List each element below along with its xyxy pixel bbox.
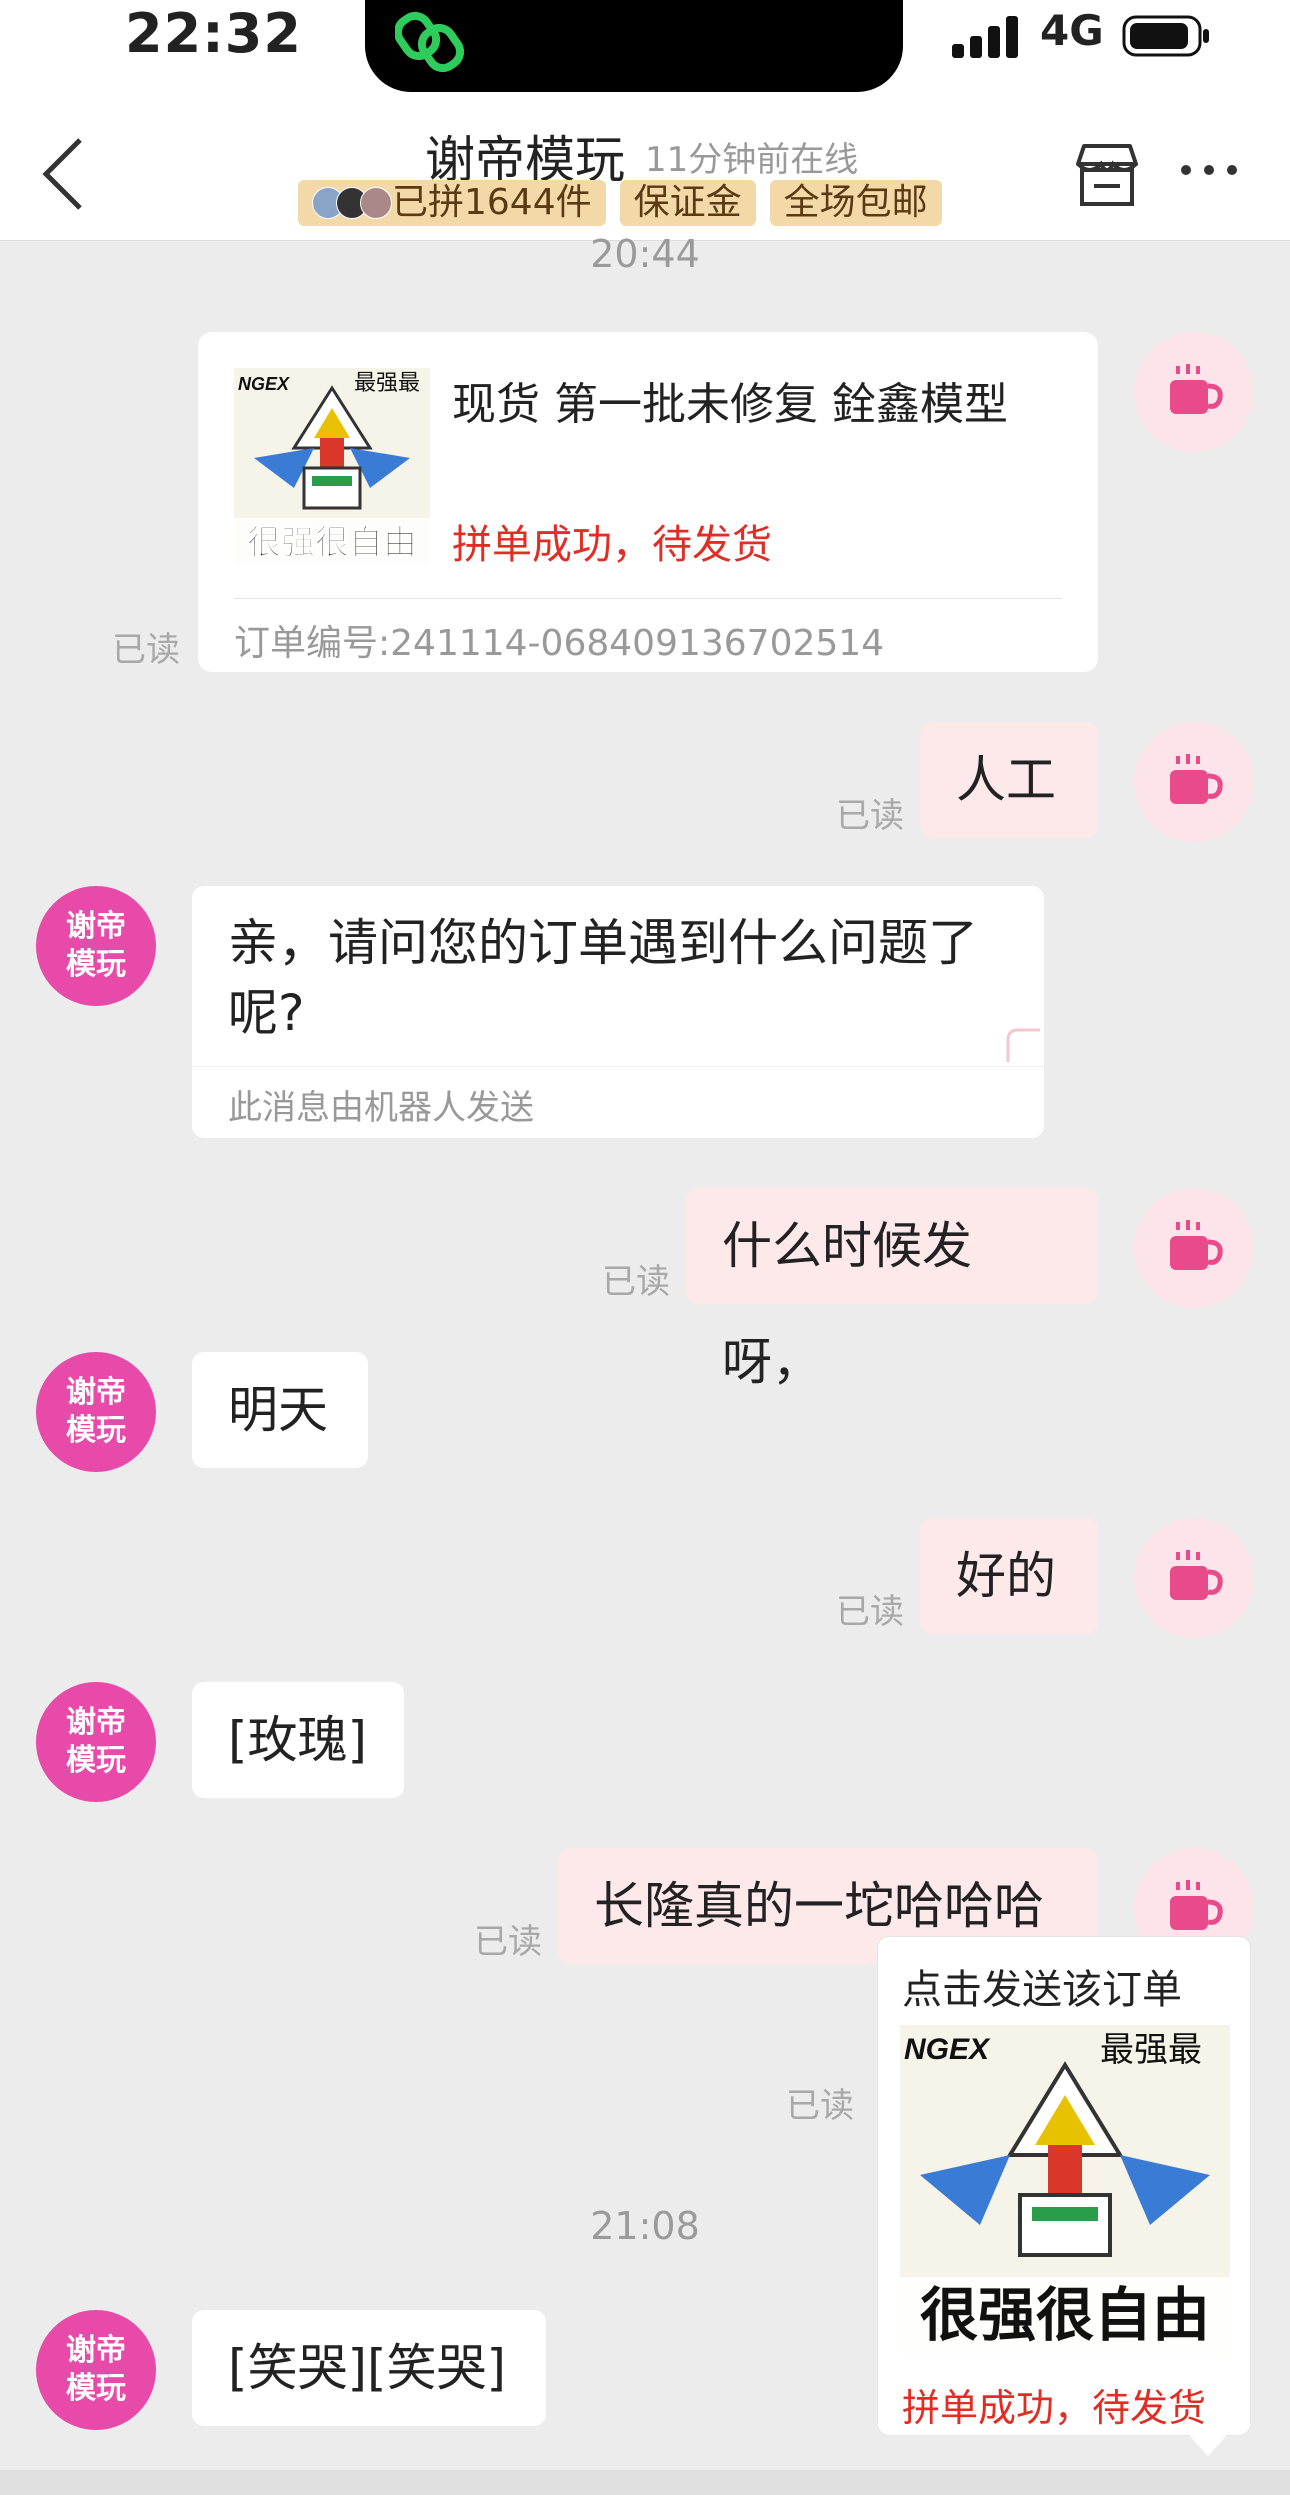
shop-avatar[interactable]: 谢帝 模玩 <box>36 2310 156 2430</box>
coffee-cup-icon <box>1170 1550 1223 1600</box>
read-receipt: 已读 <box>602 1262 670 1302</box>
signal-icon <box>952 16 1018 58</box>
popup-tail <box>1188 2434 1228 2456</box>
divider <box>234 598 1062 599</box>
svg-text:NGEX: NGEX <box>904 2033 991 2066</box>
message-bubble-shop[interactable]: [笑哭][笑哭] <box>192 2310 546 2426</box>
message-bubble-shop[interactable]: 亲，请问您的订单遇到什么问题了呢? 此消息由机器人发送 <box>192 886 1044 1138</box>
popup-order-status: 拼单成功，待发货 <box>902 2386 1207 2430</box>
order-number: 订单编号:241114-068409136702514 <box>234 623 885 664</box>
shop-avatar[interactable]: 谢帝 模玩 <box>36 1682 156 1802</box>
svg-text:NGEX: NGEX <box>238 374 290 394</box>
coffee-cup-icon <box>1170 1880 1223 1930</box>
product-title: 现货 第一批未修复 銓鑫模型 <box>452 379 1008 430</box>
message-text: 亲，请问您的订单遇到什么问题了呢? <box>228 914 978 1042</box>
product-image-caption: 很强很自由 <box>920 2281 1210 2349</box>
read-receipt: 已读 <box>836 1592 904 1632</box>
group-buy-count-badge: 已拼1644件 <box>298 180 606 226</box>
thumbnail-caption: 很强很自由 <box>247 523 417 563</box>
message-bubble-self[interactable]: 人工 <box>920 722 1098 838</box>
deposit-badge: 保证金 <box>619 180 756 226</box>
robot-note: 此消息由机器人发送 <box>228 1088 534 1128</box>
online-status: 11分钟前在线 <box>645 140 859 180</box>
message-bubble-shop[interactable]: 明天 <box>192 1352 368 1468</box>
read-receipt: 已读 <box>112 630 180 670</box>
user-avatar[interactable] <box>1134 722 1254 842</box>
send-order-label: 点击发送该订单 <box>902 1967 1182 2013</box>
buyer-avatars <box>312 187 392 219</box>
shop-avatar[interactable]: 谢帝 模玩 <box>36 886 156 1006</box>
pin-watermark-icon <box>1006 1028 1040 1062</box>
message-bubble-shop[interactable]: [玫瑰] <box>192 1682 404 1798</box>
svg-text:最强最: 最强最 <box>1100 2030 1202 2070</box>
divider <box>192 1066 1044 1067</box>
bottom-edge <box>0 2470 1290 2495</box>
network-type: 4G <box>1040 6 1104 55</box>
timestamp: 20:44 <box>590 232 700 276</box>
coffee-cup-icon <box>1170 1220 1223 1270</box>
status-bar: 22:32 4G <box>0 0 1290 100</box>
message-bubble-self[interactable]: 什么时候发呀， <box>686 1188 1098 1391</box>
read-receipt: 已读 <box>786 2086 854 2126</box>
store-icon[interactable] <box>1072 142 1142 208</box>
battery-icon <box>1122 15 1209 57</box>
order-status: 拼单成功，待发货 <box>452 522 772 568</box>
coffee-cup-icon <box>1170 754 1223 804</box>
message-bubble-self[interactable]: 好的 <box>920 1518 1098 1634</box>
user-avatar[interactable] <box>1134 1188 1254 1308</box>
clock: 22:32 <box>125 2 302 65</box>
shop-avatar[interactable]: 谢帝 模玩 <box>36 1352 156 1472</box>
product-image: NGEX 最强最 很强很自由 <box>900 2025 1230 2355</box>
back-arrow-icon[interactable] <box>40 136 88 212</box>
free-shipping-badge: 全场包邮 <box>769 180 942 226</box>
dynamic-island <box>365 0 903 92</box>
user-avatar[interactable] <box>1134 1518 1254 1638</box>
app-link-icon <box>395 11 465 73</box>
product-thumbnail: NGEX 最强最 很强很自由 <box>234 368 430 564</box>
chat-header: 谢帝模玩 11分钟前在线 已拼1644件 保证金 全场包邮 <box>0 100 1290 241</box>
read-receipt: 已读 <box>836 796 904 836</box>
more-options-icon[interactable] <box>1180 162 1238 178</box>
order-card[interactable]: NGEX 最强最 很强很自由 现货 第一批未修复 銓鑫模型 拼单成功，待发货 订… <box>198 332 1098 672</box>
read-receipt: 已读 <box>474 1922 542 1962</box>
shop-badges: 已拼1644件 保证金 全场包邮 <box>298 180 942 226</box>
send-order-popup[interactable]: 点击发送该订单 NGEX 最强最 很强很自由 拼单成功，待发货 <box>877 1936 1251 2436</box>
svg-text:最强最: 最强最 <box>354 371 420 396</box>
coffee-cup-icon <box>1170 364 1223 414</box>
user-avatar[interactable] <box>1134 332 1254 452</box>
